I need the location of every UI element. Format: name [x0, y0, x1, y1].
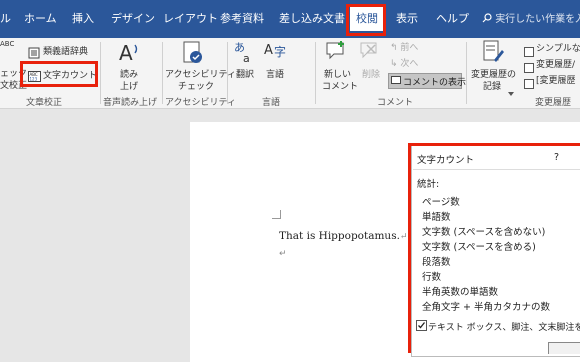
spelling-abc-label: ABC — [0, 40, 15, 48]
tab-mailings[interactable]: 差し込み文書 — [279, 10, 345, 26]
new-comment-label2[interactable]: コメント — [322, 79, 358, 92]
empty-paragraph-mark: ↵ — [279, 249, 287, 259]
tell-me-search[interactable]: 実行したい作業を入力 — [482, 10, 580, 25]
simple-markup-dropdown[interactable]: シンプルな — [536, 41, 580, 54]
comments-group-label: コメント — [377, 98, 414, 108]
language-button[interactable]: 言語 — [266, 67, 284, 80]
paragraph-mark: ↵ — [399, 232, 408, 242]
search-placeholder: 実行したい作業を入力 — [495, 14, 580, 25]
tab-help[interactable]: ヘルプ — [436, 10, 469, 26]
translate-icon: あa — [234, 40, 256, 68]
tracking-group-label: 変更履歴 — [535, 98, 572, 108]
tab-layout[interactable]: レイアウト — [163, 10, 218, 26]
svg-text:A: A — [119, 41, 133, 64]
accessibility-label2[interactable]: チェック — [178, 79, 214, 92]
accessibility-group-label: アクセシビリティ — [165, 98, 237, 108]
previous-comment-label: 前へ — [400, 43, 419, 53]
tab-references[interactable]: 参考資料 — [220, 10, 264, 26]
chevron-down-icon — [508, 81, 514, 100]
previous-comment-button[interactable]: ↰ 前へ — [390, 40, 418, 53]
previous-arrow-icon: ↰ — [390, 43, 401, 53]
divider — [315, 42, 316, 104]
show-comments-label: コメントの表示 — [403, 78, 467, 88]
delete-comment-icon — [360, 41, 380, 65]
tab-home[interactable]: ホーム — [24, 10, 57, 26]
ribbon-tab-bar: ル ホーム 挿入 デザイン レイアウト 参考資料 差し込み文書 校閲 表示 ヘル… — [0, 0, 580, 38]
dialog-highlight — [408, 143, 580, 353]
document-text-line[interactable]: That is Hippopotamus.↵ — [279, 230, 407, 242]
divider — [227, 42, 228, 104]
next-comment-button[interactable]: ↳ 次へ — [390, 56, 418, 69]
reviewing-pane-button[interactable]: [変更履歴 — [536, 73, 576, 86]
show-comments-button[interactable]: コメントの表示 — [388, 73, 466, 89]
translate-button[interactable]: 翻訳 — [236, 67, 254, 80]
delete-comment-button[interactable]: 削除 — [362, 67, 380, 80]
read-aloud-label2[interactable]: 上げ — [120, 79, 138, 92]
show-markup-button[interactable]: 変更履歴/ — [536, 57, 575, 70]
svg-text:a: a — [243, 52, 250, 64]
proofing-group-label: 文章校正 — [26, 98, 63, 108]
speech-group-label: 音声読み上げ — [103, 98, 158, 108]
track-changes-label2[interactable]: 記録 — [483, 79, 501, 92]
divider — [100, 42, 101, 104]
word-count-highlight — [20, 61, 98, 87]
divider — [466, 42, 467, 104]
tab-insert[interactable]: 挿入 — [72, 10, 94, 26]
next-comment-label: 次へ — [400, 59, 419, 69]
tab-file[interactable]: ル — [0, 10, 11, 26]
tab-design[interactable]: デザイン — [111, 10, 155, 26]
read-aloud-icon: A — [118, 40, 142, 68]
show-comments-icon — [391, 76, 401, 84]
accessibility-check-icon — [182, 41, 204, 69]
reviewing-pane-icon — [524, 74, 534, 93]
review-tab-highlight — [346, 4, 386, 36]
svg-text:字: 字 — [274, 44, 286, 59]
margin-corner-mark — [272, 210, 281, 219]
language-group-label: 言語 — [262, 98, 281, 108]
svg-text:A: A — [264, 43, 273, 58]
next-arrow-icon: ↳ — [390, 59, 401, 69]
new-comment-icon — [326, 41, 348, 65]
divider — [162, 42, 163, 104]
language-icon: A字 — [264, 40, 290, 68]
tab-view[interactable]: 表示 — [396, 10, 418, 26]
document-text: That is Hippopotamus. — [279, 230, 400, 242]
search-icon — [482, 13, 492, 23]
track-changes-icon — [482, 40, 504, 68]
thesaurus-button[interactable]: 類義語辞典 — [43, 44, 88, 57]
